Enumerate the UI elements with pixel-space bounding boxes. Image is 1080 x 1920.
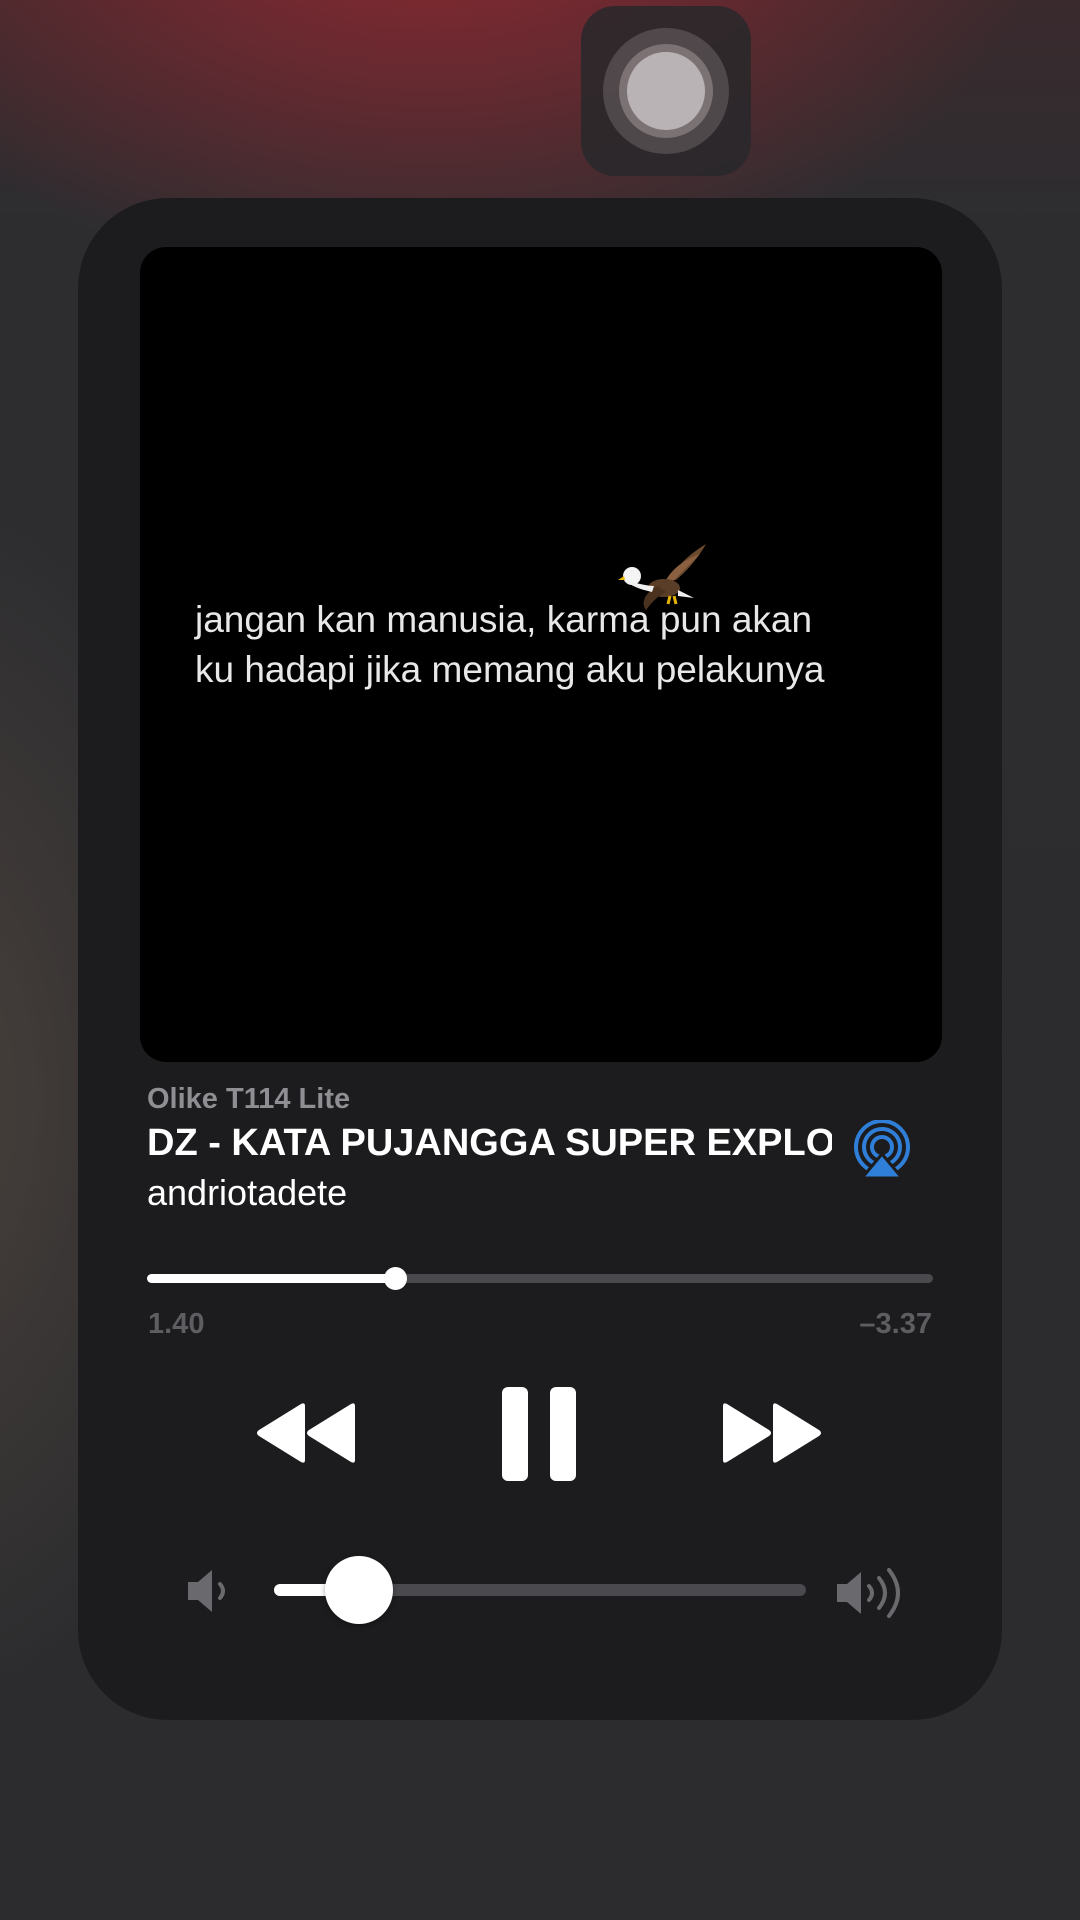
song-title: DZ - KATA PUJANGGA SUPER EXPLOSIVE <box>147 1122 832 1164</box>
elapsed-time: 1.40 <box>148 1308 205 1340</box>
rewind-icon[interactable] <box>255 1400 360 1466</box>
album-artwork: jangan kan manusia, karma pun akan ku ha… <box>140 247 942 1062</box>
artist-name: andriotadete <box>147 1172 348 1213</box>
playback-progress-fill <box>147 1274 395 1283</box>
remaining-time: –3.37 <box>859 1308 932 1340</box>
assistive-touch-button[interactable] <box>627 52 705 130</box>
artwork-lyric-text: jangan kan manusia, karma pun akan ku ha… <box>195 599 825 690</box>
airplay-icon[interactable] <box>852 1120 912 1180</box>
fast-forward-icon[interactable] <box>718 1400 823 1466</box>
output-device-name: Olike T114 Lite <box>147 1083 351 1115</box>
volume-slider[interactable] <box>274 1556 806 1624</box>
pause-icon[interactable] <box>500 1385 578 1483</box>
speaker-low-icon <box>188 1570 225 1612</box>
playback-progress-bar[interactable] <box>147 1267 933 1290</box>
playback-scrubber-knob[interactable] <box>383 1267 407 1290</box>
eagle-emoji-icon <box>618 544 706 610</box>
speaker-high-icon <box>837 1568 900 1618</box>
volume-knob[interactable] <box>325 1556 394 1624</box>
